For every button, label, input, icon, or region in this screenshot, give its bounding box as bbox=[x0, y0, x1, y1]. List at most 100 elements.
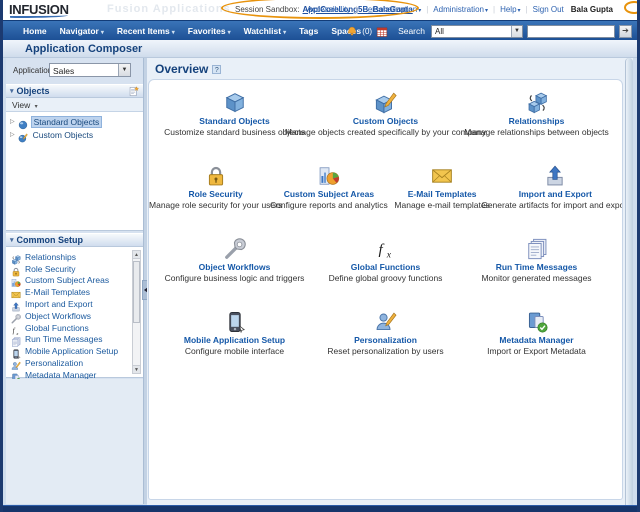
sidebar-item-label: Custom Subject Areas bbox=[25, 275, 109, 285]
overview-tile-personalization[interactable]: PersonalizationReset personalization by … bbox=[310, 311, 461, 356]
overview-tile-relationships[interactable]: RelationshipsManage relationships betwee… bbox=[461, 92, 612, 137]
nav-tools: (0) Search All ▼ ➔ bbox=[346, 21, 632, 41]
help-icon[interactable]: ? bbox=[212, 65, 221, 74]
new-object-icon[interactable] bbox=[128, 86, 139, 97]
sidebar-item-label: Object Workflows bbox=[25, 311, 91, 321]
view-menu[interactable]: View ▾ bbox=[6, 98, 143, 112]
sidebar-scrollbar[interactable]: ▲ ▼ bbox=[132, 250, 141, 374]
global-header: INFUSION Fusion Applications Session San… bbox=[3, 0, 637, 20]
overview-tile-title[interactable]: Run Time Messages bbox=[496, 262, 578, 272]
expand-icon[interactable]: ▷ bbox=[10, 131, 15, 138]
sidebar-item-object-workflows[interactable]: Object Workflows bbox=[11, 310, 143, 322]
overview-tile-title[interactable]: Import and Export bbox=[519, 189, 592, 199]
scroll-down-icon[interactable]: ▼ bbox=[133, 365, 140, 373]
overview-tile-custom-objects[interactable]: Custom ObjectsManage objects created spe… bbox=[310, 92, 461, 137]
search-go-button[interactable]: ➔ bbox=[619, 25, 632, 38]
overview-tile-title[interactable]: Personalization bbox=[354, 335, 417, 345]
common-setup-panel-header[interactable]: ▾ Common Setup bbox=[6, 233, 143, 247]
sidebar-item-label: Personalization bbox=[25, 358, 83, 368]
nav-item-favorites[interactable]: Favorites▾ bbox=[188, 26, 231, 36]
overview-tile-title[interactable]: Mobile Application Setup bbox=[184, 335, 285, 345]
overview-tile-import-and-export[interactable]: Import and ExportGenerate artifacts for … bbox=[499, 165, 612, 210]
sidebar-item-role-security[interactable]: Role Security bbox=[11, 263, 143, 275]
chevron-down-icon: ▾ bbox=[172, 30, 175, 36]
sidebar-item-relationships[interactable]: Relationships bbox=[11, 251, 143, 263]
chevron-down-icon[interactable]: ▼ bbox=[118, 64, 130, 76]
overview-tile-global-functions[interactable]: fxGlobal FunctionsDefine global groovy f… bbox=[310, 238, 461, 283]
sidebar-item-label: Role Security bbox=[25, 264, 76, 274]
nav-item-tags[interactable]: Tags bbox=[299, 26, 318, 36]
cubes-link-icon bbox=[526, 92, 548, 114]
nav-item-watchlist[interactable]: Watchlist▾ bbox=[244, 26, 286, 36]
overview-tile-title[interactable]: Object Workflows bbox=[199, 262, 271, 272]
chevron-down-icon[interactable]: ▼ bbox=[511, 26, 522, 37]
cube-pencil-icon bbox=[375, 92, 397, 114]
overview-tile-title[interactable]: Role Security bbox=[188, 189, 242, 199]
logo-swoosh-decoration bbox=[10, 15, 68, 18]
chevron-down-icon: ▾ bbox=[485, 8, 488, 14]
overview-tile-role-security[interactable]: Role SecurityManage role security for yo… bbox=[159, 165, 272, 210]
separator: | bbox=[526, 5, 528, 14]
search-input[interactable] bbox=[527, 25, 615, 38]
overview-tile-title[interactable]: Relationships bbox=[509, 116, 565, 126]
topbar-link-sign-out[interactable]: Sign Out bbox=[533, 5, 564, 14]
overview-tile-custom-subject-areas[interactable]: Custom Subject AreasConfigure reports an… bbox=[272, 165, 385, 210]
sidebar-item-personalization[interactable]: Personalization bbox=[11, 357, 143, 369]
overview-tile-title[interactable]: Global Functions bbox=[351, 262, 420, 272]
annotation-ring bbox=[624, 1, 640, 14]
chart-icon bbox=[318, 165, 340, 187]
overview-tile-title[interactable]: Custom Objects bbox=[353, 116, 418, 126]
tree-item-standard-objects[interactable]: ▷Standard Objects bbox=[6, 115, 143, 128]
main-content: Overview ? Standard ObjectsCustomize sta… bbox=[147, 58, 633, 505]
topbar-link-personalization[interactable]: Personalization▾ bbox=[363, 5, 422, 14]
fx-icon: fx bbox=[11, 323, 21, 333]
sidebar-item-run-time-messages[interactable]: Run Time Messages bbox=[11, 334, 143, 346]
overview-tile-desc: Manage e-mail templates bbox=[394, 200, 489, 210]
alerts-bell-icon[interactable] bbox=[346, 25, 358, 37]
overview-tile-row: Role SecurityManage role security for yo… bbox=[149, 165, 622, 210]
calendar-grid-icon[interactable] bbox=[376, 25, 388, 37]
objects-tree: ▷Standard Objects▷Custom Objects bbox=[6, 112, 143, 231]
nav-menu: Home Navigator▾ Recent Items▾ Favorites▾ Wat… bbox=[23, 21, 361, 41]
global-header-links: Accessibility|Personalization▾|Administr… bbox=[307, 5, 613, 14]
overview-tile-title[interactable]: Metadata Manager bbox=[499, 335, 573, 345]
main-scrollbar[interactable] bbox=[625, 58, 633, 505]
application-select[interactable]: Sales ▼ bbox=[49, 63, 131, 77]
expand-icon[interactable]: ▷ bbox=[10, 118, 15, 125]
sidebar-empty-area bbox=[6, 379, 143, 504]
topbar-link-help[interactable]: Help▾ bbox=[500, 5, 520, 14]
common-setup-list-container: RelationshipsRole SecurityCustom Subject… bbox=[6, 247, 143, 378]
chevron-down-icon: ▾ bbox=[101, 30, 104, 36]
envelope-icon bbox=[431, 165, 453, 187]
sidebar-item-import-and-export[interactable]: Import and Export bbox=[11, 298, 143, 310]
objects-panel-header[interactable]: ▾ Objects bbox=[6, 84, 143, 98]
lock-icon bbox=[11, 264, 21, 274]
nav-item-recent-items[interactable]: Recent Items▾ bbox=[117, 26, 175, 36]
overview-tile-title[interactable]: E-Mail Templates bbox=[408, 189, 477, 199]
scroll-up-icon[interactable]: ▲ bbox=[133, 251, 140, 259]
nav-item-navigator[interactable]: Navigator▾ bbox=[60, 26, 104, 36]
sidebar-item-mobile-application-setup[interactable]: Mobile Application Setup bbox=[11, 345, 143, 357]
search-scope-select[interactable]: All ▼ bbox=[431, 25, 523, 38]
scrollbar-thumb[interactable] bbox=[133, 261, 140, 323]
application-label: Application bbox=[13, 66, 52, 75]
overview-tile-desc: Generate artifacts for import and export bbox=[481, 200, 623, 210]
chevron-down-icon: ▾ bbox=[283, 30, 286, 36]
sidebar-item-global-functions[interactable]: fxGlobal Functions bbox=[11, 322, 143, 334]
collapse-icon[interactable]: ▾ bbox=[10, 236, 14, 244]
overview-tile-object-workflows[interactable]: Object WorkflowsConfigure business logic… bbox=[159, 238, 310, 283]
collapse-icon[interactable]: ▾ bbox=[10, 87, 14, 95]
nav-item-home[interactable]: Home bbox=[23, 26, 47, 36]
tree-item-custom-objects[interactable]: ▷Custom Objects bbox=[6, 128, 143, 141]
person-pencil-icon bbox=[11, 358, 21, 368]
overview-tile-run-time-messages[interactable]: Run Time MessagesMonitor generated messa… bbox=[461, 238, 612, 283]
overview-tile-title[interactable]: Standard Objects bbox=[199, 116, 269, 126]
overview-tile-mobile-application-setup[interactable]: Mobile Application SetupConfigure mobile… bbox=[159, 311, 310, 356]
overview-tile-desc: Reset personalization by users bbox=[327, 346, 443, 356]
topbar-link-accessibility[interactable]: Accessibility bbox=[307, 5, 351, 14]
sidebar-item-e-mail-templates[interactable]: E-Mail Templates bbox=[11, 286, 143, 298]
sidebar-item-custom-subject-areas[interactable]: Custom Subject Areas bbox=[11, 275, 143, 287]
overview-tile-metadata-manager[interactable]: Metadata ManagerImport or Export Metadat… bbox=[461, 311, 612, 356]
topbar-link-administration[interactable]: Administration▾ bbox=[433, 5, 488, 14]
overview-tile-title[interactable]: Custom Subject Areas bbox=[284, 189, 374, 199]
